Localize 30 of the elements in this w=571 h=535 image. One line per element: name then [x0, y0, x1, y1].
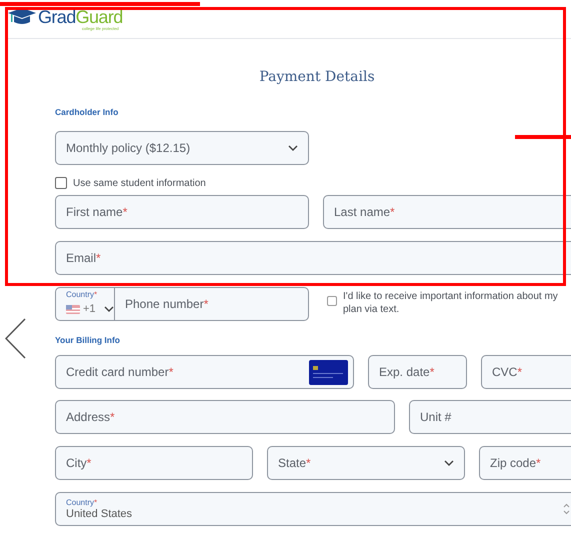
input-field[interactable]: Zip code* [479, 446, 571, 480]
logo-text: GradGuard [38, 8, 123, 26]
chevron-left-icon[interactable] [5, 318, 26, 359]
checkbox-label: Use same student information [73, 178, 206, 188]
chevron-down-icon [444, 460, 454, 466]
credit-card-icon [309, 360, 348, 384]
input-field[interactable]: First name* [55, 195, 309, 229]
input-field[interactable]: Email* [55, 241, 571, 275]
section-heading: Cardholder Info [55, 107, 120, 117]
checkbox[interactable] [327, 296, 337, 306]
select-field[interactable]: Monthly policy ($12.15) [55, 131, 309, 165]
input-field[interactable]: Last name* [323, 195, 571, 229]
select-field[interactable]: State* [267, 446, 465, 480]
checkbox[interactable] [55, 177, 67, 189]
checkbox-label: I'd like to receive important information about my plan via text. [343, 290, 559, 316]
input-field[interactable]: Unit # [409, 400, 571, 434]
section-heading: Your Billing Info [55, 335, 121, 345]
input-field[interactable]: CVC* [481, 355, 571, 389]
page-title: Payment Details [258, 69, 376, 85]
card-number-field[interactable]: Credit card number* [55, 355, 354, 389]
country-code-select[interactable]: Country* +1 [55, 287, 115, 321]
input-field[interactable]: City* [55, 446, 253, 480]
chevron-down-icon [104, 306, 114, 312]
input-field[interactable]: Exp. date* [368, 355, 467, 389]
input-field[interactable]: Address* [55, 400, 395, 434]
phone-number-field[interactable]: Phone number* [115, 287, 309, 321]
up-down-arrows-icon [563, 503, 570, 515]
country-select[interactable]: Country* United States [55, 492, 571, 526]
flag-icon [66, 304, 80, 314]
chevron-down-icon [288, 145, 298, 151]
